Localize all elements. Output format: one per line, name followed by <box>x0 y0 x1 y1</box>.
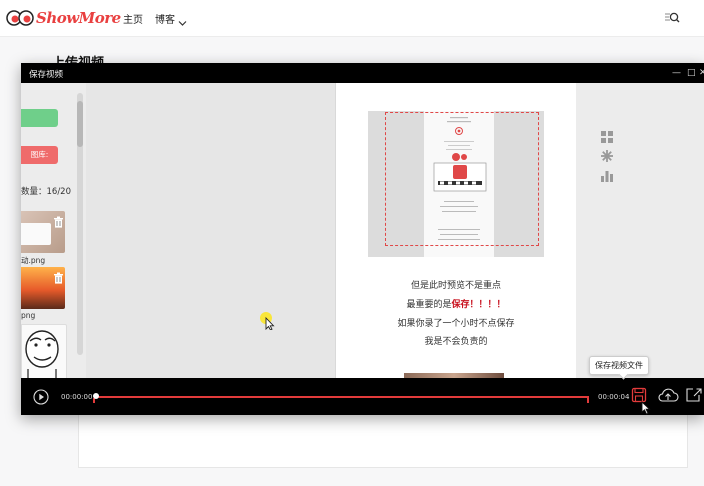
caption-line: 但是此时预览不是重点 <box>410 281 501 291</box>
save-tooltip: 保存视频文件 <box>589 356 649 375</box>
playhead[interactable] <box>93 393 99 399</box>
caption-emphasis: 保存！！！！ <box>451 300 506 310</box>
background-card <box>78 412 688 468</box>
timeline-track[interactable] <box>95 396 589 398</box>
thumbnail-label: png <box>21 311 36 320</box>
maximize-button[interactable]: □ <box>687 67 696 79</box>
editor-content: 图库: 数量：16/20 动.png png 但是此时预览不是重点 最重要的是保… <box>21 83 704 378</box>
site-header: ShowMore 主页 博客 <box>0 0 704 37</box>
caption-line: 如果你录了一个小时不点保存 <box>397 319 515 329</box>
bar-chart-icon[interactable] <box>601 167 613 182</box>
player-bar: 00:00:00 00:00:04 <box>21 378 704 415</box>
caption-line: 我是不会负责的 <box>424 337 488 347</box>
total-time: 00:00:04 <box>598 393 630 401</box>
caption-line: 最重要的是保存！！！！ <box>406 300 506 310</box>
play-icon[interactable] <box>33 389 49 409</box>
preview-screenshot <box>368 111 544 257</box>
library-scrollbar-thumb[interactable] <box>77 101 83 147</box>
mouse-cursor <box>641 400 651 419</box>
trash-icon[interactable] <box>53 213 64 228</box>
share-icon[interactable] <box>685 387 703 407</box>
logo-eyes-icon <box>6 8 34 28</box>
tools-panel <box>576 83 704 378</box>
trim-end-marker[interactable] <box>587 398 589 403</box>
mouse-cursor <box>260 312 276 334</box>
crop-selection-box[interactable] <box>385 112 539 246</box>
close-button[interactable]: ✕ <box>699 67 704 79</box>
chevron-down-icon[interactable] <box>178 12 187 31</box>
thumbnail-label: 动.png <box>21 256 46 265</box>
nav-home[interactable]: 主页 <box>123 11 143 26</box>
library-count: 数量：16/20 <box>21 187 71 197</box>
grid-icon[interactable] <box>601 128 613 143</box>
cloud-upload-icon[interactable] <box>657 387 679 407</box>
trash-icon[interactable] <box>53 269 64 284</box>
minimize-button[interactable]: — <box>672 67 681 79</box>
search-icon[interactable] <box>664 10 680 29</box>
current-time: 00:00:00 <box>61 393 93 401</box>
gallery-button[interactable]: 图库: <box>21 146 58 164</box>
sparkle-icon[interactable] <box>601 147 613 162</box>
nav-blog[interactable]: 博客 <box>155 11 175 26</box>
library-panel: 图库: 数量：16/20 动.png png <box>21 83 86 378</box>
meme-face-icon <box>25 330 59 378</box>
add-media-button[interactable] <box>21 109 58 127</box>
canvas-background <box>86 83 335 378</box>
library-thumbnail[interactable] <box>21 324 67 378</box>
logo[interactable]: ShowMore <box>6 6 121 30</box>
preview-page: 但是此时预览不是重点 最重要的是保存！！！！ 如果你录了一个小时不点保存 我是不… <box>335 83 577 378</box>
logo-text: ShowMore <box>36 9 121 27</box>
dialog-title: 保存视频 <box>29 70 64 80</box>
